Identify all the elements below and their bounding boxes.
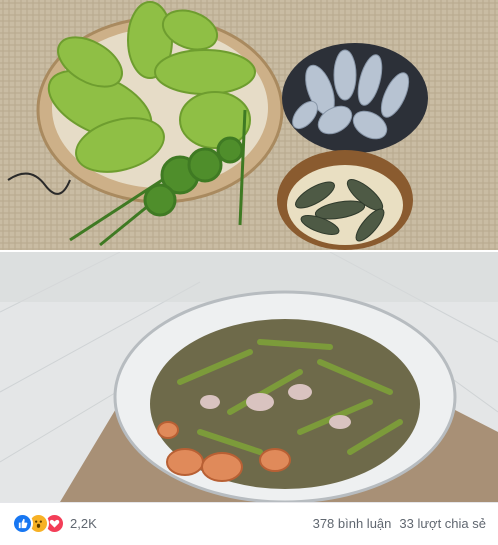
shares-count-link[interactable]: 33 lượt chia sẻ — [399, 513, 486, 534]
post-stats: 378 bình luận 33 lượt chia sẻ — [313, 513, 486, 534]
reactions-summary[interactable]: 2,2K — [12, 513, 97, 534]
like-icon — [12, 513, 33, 534]
top-photo-illustration — [0, 0, 498, 250]
bottom-photo[interactable] — [0, 252, 498, 502]
reaction-count[interactable]: 2,2K — [70, 513, 97, 534]
comments-count-link[interactable]: 378 bình luận — [313, 513, 392, 534]
bottom-photo-illustration — [0, 252, 498, 502]
post-footer: 2,2K 378 bình luận 33 lượt chia sẻ — [0, 502, 498, 545]
squid-plate — [282, 43, 428, 153]
top-photo[interactable] — [0, 0, 498, 250]
